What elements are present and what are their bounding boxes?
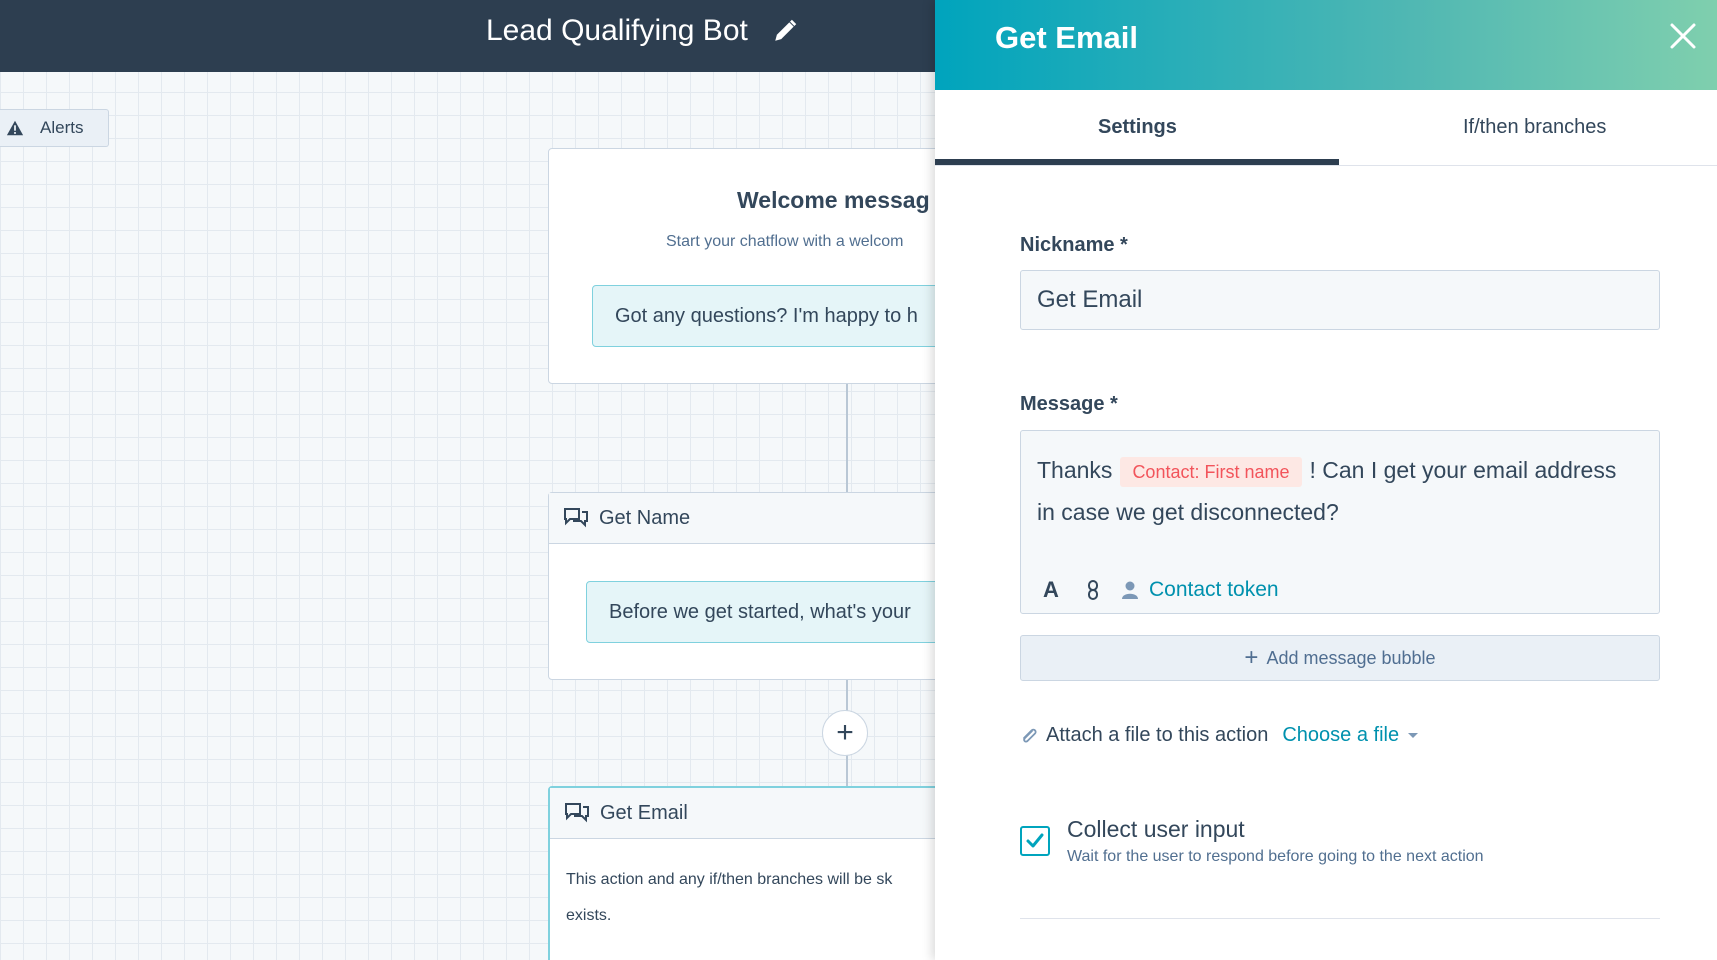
text-format-icon[interactable]: A [1043, 577, 1063, 603]
node-title: Welcome messag [737, 187, 930, 213]
panel-header: Get Email [935, 0, 1717, 90]
collect-user-input-checkbox[interactable] [1020, 826, 1050, 856]
warning-icon [6, 120, 24, 136]
caret-down-icon[interactable] [1407, 732, 1419, 740]
node-description-line: exists. [566, 907, 612, 924]
message-label: Message * [1020, 393, 1118, 415]
close-icon[interactable] [1669, 22, 1697, 50]
node-description-line: This action and any if/then branches wil… [566, 871, 893, 888]
link-icon[interactable] [1085, 580, 1101, 600]
alerts-label: Alerts [40, 118, 84, 137]
plus-icon: + [836, 716, 854, 749]
node-header: Get Email [550, 788, 935, 839]
message-text[interactable]: Thanks Contact: First name! Can I get you… [1037, 449, 1637, 533]
collect-user-input-hint: Wait for the user to respond before goin… [1067, 848, 1484, 865]
tab-settings[interactable]: Settings [1098, 116, 1177, 139]
welcome-message-node[interactable]: Welcome messag Start your chatflow with … [548, 148, 935, 384]
get-name-node[interactable]: Get Name Before we get started, what's y… [548, 492, 935, 680]
collect-user-input-label: Collect user input [1067, 816, 1245, 842]
choose-file-dropdown[interactable]: Choose a file [1282, 724, 1399, 747]
message-text-start: Thanks [1037, 457, 1113, 483]
add-message-bubble-button[interactable]: + Add message bubble [1020, 635, 1660, 681]
plus-icon: + [1244, 644, 1259, 671]
checkmark-icon [1026, 833, 1044, 848]
nickname-label: Nickname * [1020, 234, 1128, 256]
node-title: Get Email [600, 801, 688, 824]
attach-file-row: Attach a file to this action Choose a fi… [1020, 724, 1419, 747]
tab-if-then-branches[interactable]: If/then branches [1463, 116, 1606, 139]
contact-first-name-token[interactable]: Contact: First name [1120, 456, 1302, 487]
divider [1020, 918, 1660, 919]
get-email-node[interactable]: Get Email This action and any if/then br… [548, 786, 935, 960]
node-header: Get Name [549, 493, 935, 544]
node-title: Get Name [599, 506, 691, 529]
connector-line [846, 384, 848, 492]
paperclip-icon [1023, 728, 1037, 743]
nickname-input[interactable] [1020, 270, 1660, 330]
attach-file-label: Attach a file to this action [1046, 724, 1269, 746]
add-message-bubble-label: Add message bubble [1266, 647, 1436, 668]
pencil-icon[interactable] [772, 18, 798, 44]
node-subtitle: Start your chatflow with a welcom [666, 233, 904, 250]
message-editor[interactable]: Thanks Contact: First name! Can I get you… [1020, 430, 1660, 614]
contact-token-button[interactable]: Contact token [1149, 578, 1279, 602]
chat-icon [564, 508, 588, 528]
node-description: This action and any if/then branches wil… [566, 862, 935, 934]
message-bubble: Before we get started, what's your [586, 581, 935, 643]
active-tab-indicator [935, 159, 1339, 165]
message-bubble: Got any questions? I'm happy to h [592, 285, 935, 347]
alerts-button[interactable]: Alerts [0, 109, 109, 147]
action-settings-panel: Get Email Settings If/then branches Nick… [935, 0, 1717, 960]
add-action-button[interactable]: + [822, 710, 868, 756]
top-bar: Lead Qualifying Bot [0, 0, 935, 72]
panel-title: Get Email [995, 20, 1138, 55]
flow-canvas[interactable]: Lead Qualifying Bot Alerts Welcome messa… [0, 0, 935, 960]
bot-title[interactable]: Lead Qualifying Bot [486, 14, 748, 48]
panel-tabs: Settings If/then branches [935, 90, 1717, 166]
chat-icon [565, 803, 589, 823]
message-toolbar: A Contact token [1043, 575, 1279, 605]
person-icon [1122, 581, 1138, 599]
